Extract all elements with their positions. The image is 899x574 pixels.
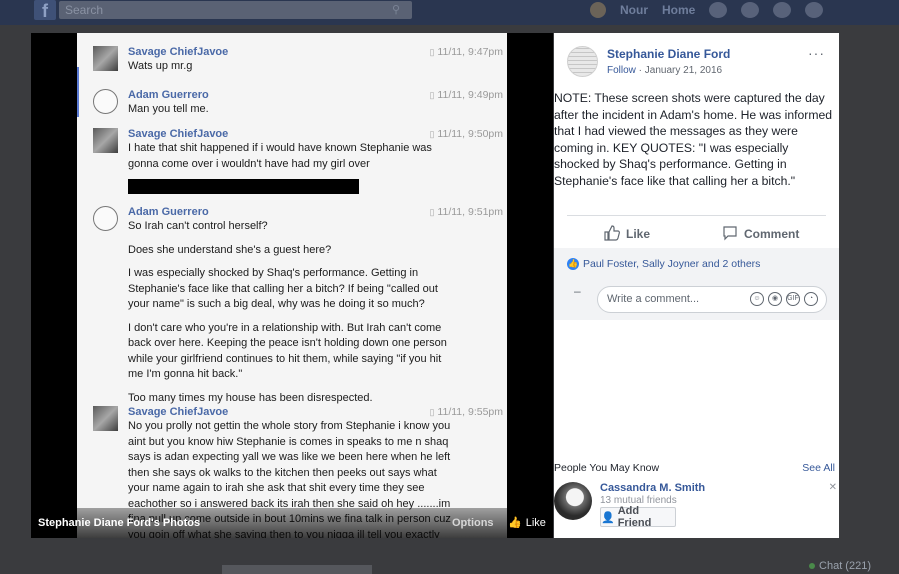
album-title[interactable]: Stephanie Diane Ford's Photos <box>38 517 200 529</box>
post-side-panel: Stephanie Diane Ford Follow · January 21… <box>554 33 839 538</box>
camera-icon[interactable]: ◉ <box>768 292 782 306</box>
nav-home-link[interactable]: Home <box>662 3 695 17</box>
message-avatar <box>93 128 118 153</box>
message-body: Man you tell me. <box>128 103 209 115</box>
reactions-area: 👍 Paul Foster, Sally Joyner and 2 others… <box>554 248 839 320</box>
message-sender: Savage ChiefJavoe <box>128 46 229 58</box>
help-icon[interactable] <box>805 2 824 18</box>
message-body: Wats up mr.g <box>128 60 193 72</box>
photo-caption-bar: Stephanie Diane Ford's Photos Options 👍 L… <box>31 508 553 538</box>
message-body: I hate that shit happened if i would hav… <box>128 142 432 170</box>
redaction-bar <box>128 179 359 194</box>
message-avatar <box>93 46 118 71</box>
online-dot-icon <box>809 563 816 569</box>
photo-accent-line <box>77 67 79 117</box>
author-avatar[interactable] <box>567 46 598 77</box>
suggested-person-avatar[interactable] <box>554 482 592 520</box>
photo-stage[interactable]: Savage ChiefJavoe 11/11, 9:47pm Wats up … <box>31 33 553 538</box>
search-icon[interactable]: ⚲ <box>384 1 408 19</box>
comment-label: Comment <box>744 227 800 241</box>
message-time: 11/11, 9:49pm <box>429 89 503 101</box>
post-author[interactable]: Stephanie Diane Ford <box>607 47 730 61</box>
divider <box>567 215 826 216</box>
like-button[interactable]: Like <box>604 224 650 244</box>
thumbs-up-icon <box>604 224 620 244</box>
message-sender: Savage ChiefJavoe <box>128 128 229 140</box>
top-nav: Nour Home <box>590 0 824 20</box>
like-reaction-icon: 👍 <box>567 258 579 270</box>
search-input[interactable]: Search ⚲ <box>59 1 412 19</box>
sticker-icon[interactable]: ◔ <box>804 292 818 306</box>
thumbs-up-icon: 👍 <box>508 517 522 529</box>
photo-like-button[interactable]: 👍 Like <box>508 516 546 529</box>
photo-screenshot: Savage ChiefJavoe 11/11, 9:47pm Wats up … <box>77 33 507 538</box>
reactions-text: Paul Foster, Sally Joyner and 2 others <box>583 258 761 270</box>
dismiss-suggestion-icon[interactable]: ✕ <box>829 482 837 493</box>
user-avatar[interactable] <box>590 2 606 18</box>
more-options-icon[interactable]: ··· <box>808 45 825 61</box>
friend-requests-icon[interactable] <box>709 2 728 18</box>
post-date[interactable]: January 21, 2016 <box>645 65 722 76</box>
photo-like-label: Like <box>525 517 546 529</box>
comment-input[interactable]: Write a comment... ☺ ◉ GIF ◔ <box>597 286 827 313</box>
message-sender: Savage ChiefJavoe <box>128 406 229 418</box>
background-thumbnail <box>222 565 372 574</box>
post-meta: Follow · January 21, 2016 <box>607 65 723 76</box>
add-friend-button[interactable]: 👤 Add Friend <box>600 505 676 529</box>
message-1: Savage ChiefJavoe 11/11, 9:47pm Wats up … <box>93 46 503 76</box>
message-time: 11/11, 9:55pm <box>429 406 503 418</box>
post-text: NOTE: These screen shots were captured t… <box>554 91 833 188</box>
chat-label: Chat (221) <box>819 560 871 572</box>
message-time: 11/11, 9:50pm <box>429 128 503 140</box>
suggested-person-name[interactable]: Cassandra M. Smith <box>600 482 705 494</box>
message-3: Savage ChiefJavoe 11/11, 9:50pm I hate t… <box>93 128 503 173</box>
message-avatar <box>93 206 118 231</box>
nav-user-link[interactable]: Nour <box>620 3 648 17</box>
options-button[interactable]: Options <box>452 517 494 529</box>
message-time: 11/11, 9:47pm <box>429 46 503 58</box>
chat-status[interactable]: Chat (221) <box>809 560 871 572</box>
messages-icon[interactable] <box>741 2 760 18</box>
reactions-summary[interactable]: 👍 Paul Foster, Sally Joyner and 2 others <box>567 258 760 270</box>
add-person-icon: 👤 <box>601 511 615 524</box>
message-2: Adam Guerrero 11/11, 9:49pm Man you tell… <box>93 89 503 119</box>
facebook-logo[interactable]: f <box>34 0 56 21</box>
top-navigation-bar: f Search ⚲ Nour Home <box>0 0 899 25</box>
message-sender: Adam Guerrero <box>128 206 209 218</box>
gif-icon[interactable]: GIF <box>786 292 800 306</box>
message-avatar <box>93 406 118 431</box>
comment-tools: ☺ ◉ GIF ◔ <box>750 292 818 306</box>
follow-link[interactable]: Follow <box>607 65 636 76</box>
comment-icon <box>722 225 738 244</box>
emoji-icon[interactable]: ☺ <box>750 292 764 306</box>
message-avatar <box>93 89 118 114</box>
comment-placeholder: Write a comment... <box>607 293 700 305</box>
notifications-icon[interactable] <box>773 2 792 18</box>
message-sender: Adam Guerrero <box>128 89 209 101</box>
search-placeholder: Search <box>65 3 104 17</box>
add-friend-label: Add Friend <box>617 505 652 529</box>
like-label: Like <box>626 227 651 241</box>
message-body: So Irah can't control herself? Does she … <box>128 220 447 404</box>
see-all-link[interactable]: See All <box>802 462 835 474</box>
commenter-avatar: – <box>574 284 581 298</box>
message-time: 11/11, 9:51pm <box>429 206 503 218</box>
pymk-title: People You May Know <box>554 462 660 474</box>
message-4: Adam Guerrero 11/11, 9:51pm So Irah can'… <box>93 206 503 404</box>
comment-button[interactable]: Comment <box>722 224 799 244</box>
